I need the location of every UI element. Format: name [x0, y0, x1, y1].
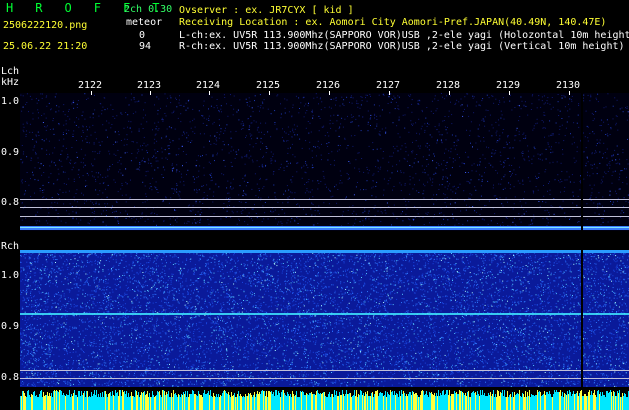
spectrogram — [20, 91, 629, 410]
rch-spectrogram-panel — [20, 250, 629, 387]
time-separator — [581, 93, 583, 393]
lch-bottom-band-highlight — [20, 227, 629, 228]
lch-spectrogram-panel — [20, 93, 629, 231]
rch-reference-line — [20, 378, 629, 379]
hrofft-window: H R O F F T 2ch 0.30 2506222120.png mete… — [0, 0, 629, 410]
lch-reference-line — [20, 216, 629, 217]
rch-top-band — [20, 250, 629, 253]
lch-reference-line — [20, 207, 629, 208]
lch-reference-line — [20, 199, 629, 200]
rch-carrier-line — [20, 313, 629, 315]
rch-reference-line — [20, 370, 629, 371]
